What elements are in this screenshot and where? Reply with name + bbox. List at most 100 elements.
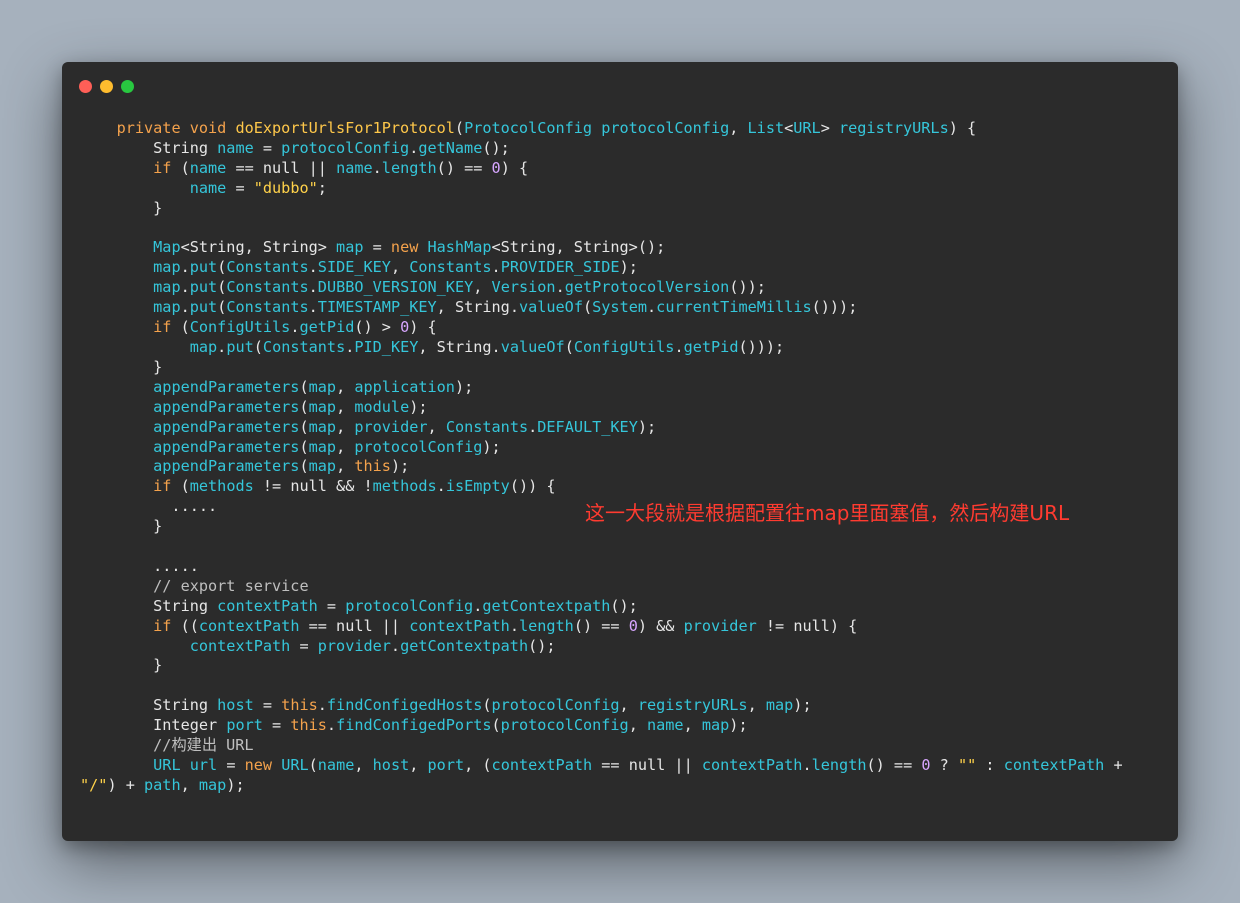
code-token: Version [491, 278, 556, 297]
code-token: , [336, 457, 355, 476]
code-token: () == [436, 158, 492, 177]
code-token: != null) { [756, 616, 858, 635]
code-token: ( [299, 437, 309, 456]
code-token: == null || [299, 616, 410, 635]
code-token: URL [793, 119, 821, 137]
code-token: appendParameters [153, 377, 300, 396]
minimize-dot[interactable] [100, 80, 113, 93]
code-line: String name = protocolConfig.getName(); [80, 139, 1164, 159]
code-token: == null || [226, 158, 337, 177]
code-token: getContextpath [400, 636, 529, 655]
code-line: Map<String, String> map = new HashMap<St… [80, 238, 1164, 258]
code-token: URL [281, 756, 309, 774]
code-token: ) && [637, 616, 684, 635]
code-token: ? [930, 756, 958, 774]
code-token: , [729, 119, 748, 137]
code-token: ( [299, 417, 309, 436]
code-token: Constants [262, 337, 346, 356]
code-token: put [226, 337, 254, 356]
code-token: getPid [683, 337, 739, 356]
code-token: this [354, 457, 391, 476]
code-token: getPid [299, 318, 355, 337]
code-token: (); [482, 138, 510, 157]
code-token: map [198, 775, 227, 794]
code-token: port [226, 716, 263, 735]
code-token: //构建出 URL [153, 736, 254, 755]
code-token: , [427, 417, 446, 436]
code-token: ( [491, 716, 501, 735]
code-line: map.put(Constants.PID_KEY, String.valueO… [80, 338, 1164, 358]
code-line: URL url = new URL(name, host, port, (con… [80, 756, 1164, 776]
code-token: . [308, 298, 318, 317]
code-token: . [390, 636, 401, 655]
code-line: if (name == null || name.length() == 0) … [80, 159, 1164, 179]
code-token: Constants [226, 278, 309, 297]
code-token: ()); [729, 278, 766, 297]
code-token: 0 [628, 616, 638, 635]
code-token: map [153, 298, 181, 317]
code-token: name [646, 716, 684, 735]
code-token: String [80, 138, 218, 157]
code-token: ( [253, 337, 263, 356]
code-token: = [253, 696, 282, 715]
code-token: ); [409, 397, 428, 416]
code-token: } [80, 357, 163, 376]
code-token: ; [317, 178, 327, 197]
code-token: , [628, 716, 647, 735]
code-line: } [80, 199, 1164, 219]
code-token: . [308, 278, 318, 297]
code-token: map [189, 337, 218, 356]
code-line: String contextPath = protocolConfig.getC… [80, 597, 1164, 617]
code-token: contextPath [217, 596, 318, 615]
code-token: ( [171, 318, 190, 337]
code-token: . [180, 298, 190, 317]
maximize-dot[interactable] [121, 80, 134, 93]
code-token: URL url [153, 756, 218, 774]
code-token: ) { [500, 158, 529, 177]
code-token: (( [171, 616, 199, 635]
code-line: Integer port = this.findConfigedPorts(pr… [80, 716, 1164, 736]
code-token: SIDE_KEY [317, 258, 391, 277]
code-token: ); [482, 437, 501, 456]
close-dot[interactable] [79, 80, 92, 93]
code-token: : [976, 756, 1004, 774]
code-token: protocolConfig [500, 716, 629, 735]
code-token: ())); [811, 298, 858, 317]
code-token: Map [153, 238, 181, 257]
code-token: , [180, 775, 199, 794]
code-token: ); [793, 696, 812, 715]
code-token: ); [637, 417, 657, 436]
code-token: name [336, 158, 373, 177]
code-line: map.put(Constants.DUBBO_VERSION_KEY, Ver… [80, 278, 1164, 298]
code-token: , [619, 696, 638, 715]
code-token: name [189, 158, 227, 177]
code-token: List [747, 119, 785, 137]
code-token: map [153, 258, 181, 277]
code-token: name [189, 178, 227, 197]
code-token: . [217, 337, 227, 356]
code-token: map [153, 278, 181, 297]
code-token: . [308, 258, 318, 277]
code-token: . [372, 158, 382, 177]
code-token: port [427, 756, 465, 774]
code-token: put [189, 258, 218, 277]
code-token: . [802, 756, 812, 774]
code-token: Constants [226, 298, 309, 317]
code-token: private void [116, 119, 236, 137]
code-token: . [528, 417, 538, 436]
code-token: // export service [153, 576, 309, 595]
code-token: ..... [80, 556, 199, 575]
code-token: . [555, 278, 565, 297]
code-token: provider [354, 417, 428, 436]
code-token: () > [354, 318, 401, 337]
code-token: registryURLs [839, 119, 949, 137]
code-token: currentTimeMillis [656, 298, 812, 317]
code-token: == null || [592, 756, 702, 774]
code-token: > [820, 119, 839, 137]
code-token: ( [308, 756, 318, 774]
